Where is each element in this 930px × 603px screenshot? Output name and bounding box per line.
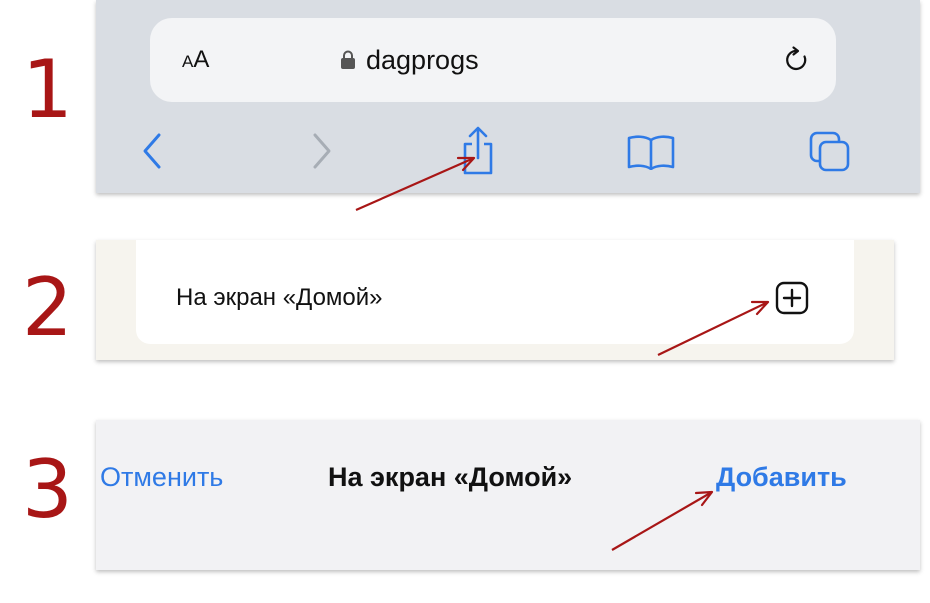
- step-number-1: 1: [22, 43, 73, 136]
- chevron-left-icon[interactable]: [140, 132, 164, 170]
- url-text: dagprogs: [366, 44, 479, 75]
- step-number-2: 2: [22, 261, 73, 354]
- url-display[interactable]: dagprogs: [340, 42, 479, 78]
- tabs-icon[interactable]: [808, 130, 852, 174]
- add-to-home-sheet-header: Отменить На экран «Домой» Добавить: [96, 420, 920, 570]
- step-number-3: 3: [22, 443, 73, 536]
- chevron-right-icon[interactable]: [310, 132, 334, 170]
- reload-icon[interactable]: [782, 45, 812, 75]
- add-button[interactable]: Добавить: [716, 462, 847, 493]
- share-icon[interactable]: [458, 126, 498, 176]
- share-sheet-panel: На экран «Домой»: [96, 240, 894, 360]
- text-size-button[interactable]: AA: [182, 46, 209, 74]
- menu-item-label: На экран «Домой»: [176, 284, 383, 311]
- add-to-home-menu-item[interactable]: На экран «Домой»: [136, 240, 854, 344]
- book-icon[interactable]: [626, 134, 676, 170]
- sheet-title: На экран «Домой»: [328, 462, 573, 492]
- cancel-button[interactable]: Отменить: [100, 462, 223, 493]
- browser-toolbar-panel: AA dagprogs: [96, 0, 920, 193]
- address-bar[interactable]: AA dagprogs: [150, 18, 836, 102]
- lock-icon: [340, 50, 356, 70]
- plus-square-icon: [774, 280, 810, 316]
